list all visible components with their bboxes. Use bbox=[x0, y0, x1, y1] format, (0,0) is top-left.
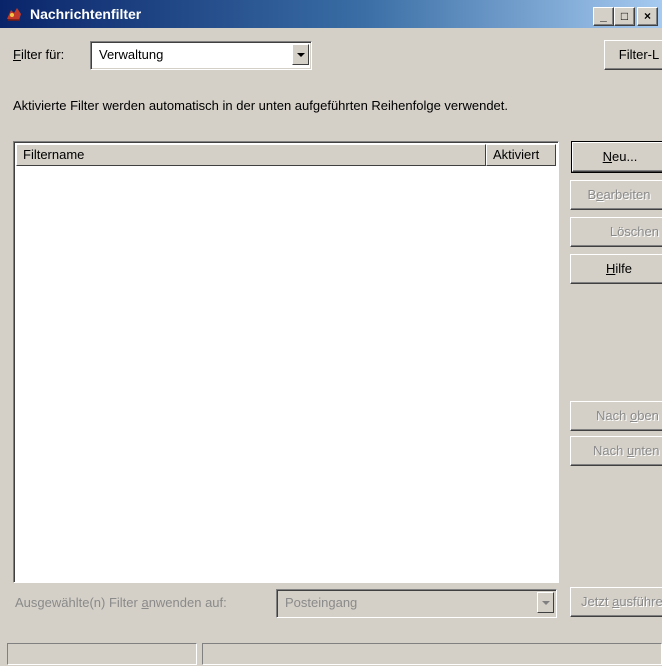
help-accesskey: H bbox=[605, 261, 616, 276]
status-panel-left bbox=[7, 643, 197, 665]
status-panel-main bbox=[202, 643, 662, 665]
apply-to-accesskey: a bbox=[141, 595, 149, 610]
move-up-label-pre: Nach bbox=[596, 408, 630, 423]
target-folder-select[interactable]: Posteingang bbox=[276, 589, 557, 618]
window-title: Nachrichtenfilter bbox=[30, 6, 142, 22]
account-select[interactable]: Verwaltung bbox=[90, 41, 312, 70]
column-header-activated[interactable]: Aktiviert bbox=[486, 144, 556, 166]
target-folder-value: Posteingang bbox=[285, 595, 358, 610]
new-filter-label: eu... bbox=[612, 149, 638, 164]
delete-filter-button[interactable]: Löschen bbox=[570, 217, 662, 247]
apply-to-label-post: nwenden auf: bbox=[148, 595, 227, 610]
column-header-filtername[interactable]: Filtername bbox=[16, 144, 486, 166]
move-down-label-post: nten bbox=[634, 443, 660, 458]
close-button[interactable]: × bbox=[637, 7, 658, 26]
app-logo-icon bbox=[7, 8, 21, 21]
apply-to-label: Ausgewählte(n) Filter anwenden auf: bbox=[15, 595, 227, 610]
help-label: ilfe bbox=[615, 261, 632, 276]
run-now-label-post: usführen bbox=[619, 594, 662, 609]
edit-filter-label-pre: B bbox=[587, 187, 597, 202]
status-bar bbox=[0, 640, 662, 666]
maximize-button[interactable]: □ bbox=[614, 7, 635, 26]
title-bar[interactable]: Nachrichtenfilter _ □ × bbox=[0, 0, 662, 28]
new-filter-accesskey: N bbox=[602, 149, 613, 164]
chevron-down-icon[interactable] bbox=[292, 44, 309, 65]
new-filter-button[interactable]: Neu... bbox=[571, 141, 662, 173]
apply-to-label-pre: Ausgewählte(n) Filter bbox=[15, 595, 142, 610]
help-button[interactable]: Hilfe bbox=[570, 254, 662, 284]
move-down-label-pre: Nach bbox=[593, 443, 627, 458]
edit-filter-label-post: arbeiten bbox=[603, 187, 651, 202]
description-text: Aktivierte Filter werden automatisch in … bbox=[13, 98, 509, 113]
move-down-button[interactable]: Nach unten bbox=[570, 436, 662, 466]
run-now-label-pre: Jetzt bbox=[581, 594, 613, 609]
move-up-label-post: ben bbox=[637, 408, 659, 423]
filter-for-label-accesskey: F bbox=[13, 47, 21, 62]
filter-list[interactable]: Filtername Aktiviert bbox=[13, 141, 559, 583]
run-now-button[interactable]: Jetzt ausführen bbox=[570, 587, 662, 617]
filter-for-label-text: ilter für: bbox=[20, 47, 65, 62]
edit-filter-button[interactable]: Bearbeiten bbox=[570, 180, 662, 210]
move-up-button[interactable]: Nach oben bbox=[570, 401, 662, 431]
minimize-button[interactable]: _ bbox=[593, 7, 614, 26]
filter-for-label: Filter für: bbox=[13, 47, 64, 62]
account-select-value: Verwaltung bbox=[99, 47, 164, 62]
filter-log-button[interactable]: Filter-L bbox=[604, 40, 662, 70]
chevron-down-icon[interactable] bbox=[537, 592, 554, 613]
